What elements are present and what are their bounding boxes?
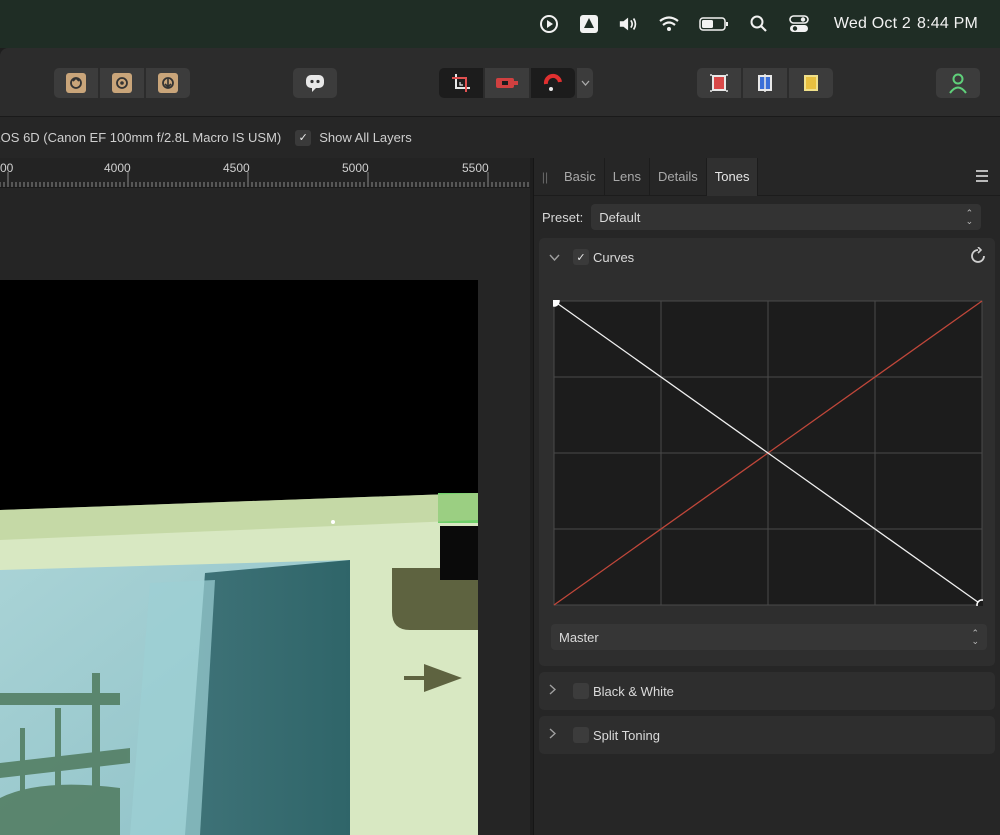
tab-basic[interactable]: Basic xyxy=(556,157,605,196)
split-yellow-icon xyxy=(804,75,818,91)
user-account-button[interactable] xyxy=(936,68,980,98)
black-white-enable-checkbox[interactable] xyxy=(573,683,589,699)
drive-icon[interactable] xyxy=(578,13,600,35)
tool-group xyxy=(439,68,575,98)
preset-row: Preset: Default ⌃ ⌄ xyxy=(534,196,1000,238)
chevron-down-icon xyxy=(581,80,589,86)
magnet-icon xyxy=(543,73,562,91)
persona-group xyxy=(54,68,190,98)
preset-select[interactable]: Default ⌃ ⌄ xyxy=(591,204,982,230)
crop-tool-button[interactable] xyxy=(439,68,483,98)
curves-title: Curves xyxy=(593,249,635,265)
crop-icon xyxy=(452,74,470,92)
curve-graph[interactable] xyxy=(553,300,983,606)
ruler-label: 5000 xyxy=(342,161,369,175)
preset-value: Default xyxy=(599,209,641,225)
black-white-section: Black & White xyxy=(539,672,995,710)
tab-lens[interactable]: Lens xyxy=(605,157,650,196)
redeye-tool-button[interactable] xyxy=(485,68,529,98)
persona-export-button[interactable] xyxy=(146,68,190,98)
panel-tab-bar: || Basic Lens Details Tones xyxy=(534,157,1000,196)
split-view-group xyxy=(697,68,833,98)
split-toning-header[interactable]: Split Toning xyxy=(539,716,995,754)
menu-bar-clock[interactable]: Wed Oct 2 8:44 PM xyxy=(828,15,978,33)
black-white-header[interactable]: Black & White xyxy=(539,672,995,710)
persona-tone-button[interactable] xyxy=(100,68,144,98)
image-canvas[interactable] xyxy=(0,188,530,835)
control-center-icon[interactable] xyxy=(788,13,810,35)
tab-tones[interactable]: Tones xyxy=(706,157,759,196)
preset-label: Preset: xyxy=(542,209,584,225)
split-blue-button[interactable] xyxy=(743,68,787,98)
tool-dropdown-button[interactable] xyxy=(577,68,593,98)
ruler-label: 4500 xyxy=(223,161,250,175)
curves-section: ✓ Curves Master ⌃ ⌄ xyxy=(539,238,995,666)
assistant-button[interactable] xyxy=(293,68,337,98)
chevron-right-icon[interactable] xyxy=(549,728,563,742)
assistant-icon xyxy=(306,75,324,92)
chevron-right-icon[interactable] xyxy=(549,684,563,698)
persona-develop-icon xyxy=(66,73,86,93)
search-icon[interactable] xyxy=(748,13,770,35)
updown-arrows-icon: ⌃ ⌄ xyxy=(965,208,974,226)
ruler-label: 4000 xyxy=(104,161,131,175)
reset-icon[interactable] xyxy=(969,246,987,270)
clock-time: 8:44 PM xyxy=(917,15,978,32)
redeye-icon xyxy=(496,78,518,88)
person-icon xyxy=(949,73,967,94)
tab-details[interactable]: Details xyxy=(650,157,707,196)
wifi-icon[interactable] xyxy=(658,13,680,35)
lens-info: EOS 6D (Canon EF 100mm f/2.8L Macro IS U… xyxy=(0,130,282,145)
split-red-icon xyxy=(710,74,728,92)
channel-value: Master xyxy=(559,629,599,645)
curves-header[interactable]: ✓ Curves xyxy=(539,238,995,276)
curves-enable-checkbox[interactable]: ✓ xyxy=(573,249,589,265)
show-all-layers-toggle[interactable]: ✓ Show All Layers xyxy=(295,129,412,146)
battery-icon[interactable] xyxy=(698,13,730,35)
horizontal-ruler[interactable]: 00 4000 4500 5000 5500 xyxy=(0,158,530,188)
persona-export-icon xyxy=(158,73,178,93)
clock-date: Wed Oct 2 xyxy=(833,15,911,32)
magnet-tool-button[interactable] xyxy=(531,68,575,98)
macos-menu-bar: Wed Oct 2 8:44 PM xyxy=(0,0,1000,48)
split-red-button[interactable] xyxy=(697,68,741,98)
show-all-layers-label: Show All Layers xyxy=(319,130,412,145)
play-circle-icon[interactable] xyxy=(538,13,560,35)
film-negative-photo xyxy=(0,280,478,835)
ruler-ticks xyxy=(0,172,529,187)
context-toolbar: EOS 6D (Canon EF 100mm f/2.8L Macro IS U… xyxy=(0,116,1000,158)
persona-tone-icon xyxy=(112,73,132,93)
split-toning-title: Split Toning xyxy=(593,727,660,743)
channel-select[interactable]: Master ⌃ ⌄ xyxy=(551,624,987,650)
ruler-label: 5500 xyxy=(462,161,489,175)
hamburger-menu-icon xyxy=(976,170,988,182)
split-toning-section: Split Toning xyxy=(539,716,995,754)
chevron-down-icon[interactable] xyxy=(549,250,563,264)
persona-develop-button[interactable] xyxy=(54,68,98,98)
split-toning-enable-checkbox[interactable] xyxy=(573,727,589,743)
black-white-title: Black & White xyxy=(593,683,674,699)
panel-menu-button[interactable] xyxy=(974,168,990,187)
drag-handle-icon[interactable]: || xyxy=(534,170,556,184)
ruler-label: 00 xyxy=(0,161,14,175)
volume-icon[interactable] xyxy=(618,13,640,35)
updown-arrows-icon: ⌃ ⌄ xyxy=(971,628,979,646)
split-blue-icon xyxy=(758,74,772,92)
develop-panel: || Basic Lens Details Tones Preset: Defa… xyxy=(533,157,1000,835)
check-icon[interactable]: ✓ xyxy=(295,129,312,146)
split-yellow-button[interactable] xyxy=(789,68,833,98)
app-toolbar xyxy=(0,48,1000,116)
